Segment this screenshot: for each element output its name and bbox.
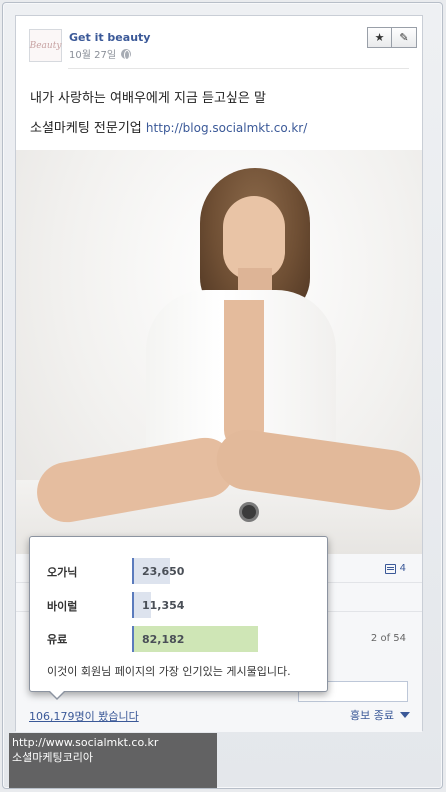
post-message-line2: 소셜마케팅 전문기업 http://blog.socialmkt.co.kr/ [30, 117, 307, 136]
watermark-name: 소셜마케팅코리아 [12, 751, 93, 764]
globe-icon [121, 48, 132, 60]
stat-value-paid: 82,182 [142, 633, 185, 646]
author-name[interactable]: Get it beauty [69, 31, 150, 44]
watermark-url: http://www.socialmkt.co.kr [12, 736, 159, 749]
header-divider [68, 68, 409, 69]
comment-count-value: 4 [399, 563, 406, 574]
star-icon: ★ [374, 31, 385, 44]
promote-dropdown[interactable]: 홍보 종료 [350, 707, 410, 723]
popup-tail [48, 690, 66, 700]
post-photo[interactable] [16, 150, 422, 554]
reach-stats-popup: 오가닉 23,650 바이럴 11,354 유료 82,182 이것이 회원님 … [29, 536, 328, 700]
avatar-logo: Beauty [29, 40, 62, 51]
pencil-icon: ✎ [399, 31, 409, 44]
stat-label-viral: 바이럴 [47, 600, 78, 613]
post-meta: 10월 27일 [69, 46, 132, 61]
watermark: http://www.socialmkt.co.kr 소셜마케팅코리아 [9, 733, 217, 788]
post-date[interactable]: 10월 27일 [69, 46, 116, 61]
comment-icon [384, 563, 396, 574]
post-link[interactable]: http://blog.socialmkt.co.kr/ [146, 121, 307, 135]
stat-value-viral: 11,354 [142, 599, 185, 612]
stat-label-organic: 오가닉 [47, 566, 78, 579]
chevron-down-icon [400, 712, 410, 718]
stat-value-organic: 23,650 [142, 565, 185, 578]
post-message-prefix: 소셜마케팅 전문기업 [30, 121, 142, 136]
page-avatar[interactable]: Beauty [29, 29, 62, 62]
photo-watch [239, 502, 259, 522]
photo-chest [224, 300, 264, 450]
post-header-buttons: ★ ✎ [367, 27, 417, 48]
stat-label-paid: 유료 [47, 633, 68, 646]
views-link[interactable]: 106,179명이 봤습니다 [29, 708, 139, 724]
comment-count[interactable]: 4 [384, 563, 406, 574]
promote-label: 홍보 종료 [350, 709, 394, 722]
post-message-line1: 내가 사랑하는 여배우에게 지금 듣고싶은 말 [30, 91, 266, 106]
star-button[interactable]: ★ [367, 27, 392, 48]
edit-button[interactable]: ✎ [392, 27, 417, 48]
popup-note: 이것이 회원님 페이지의 가장 인기있는 게시물입니다. [47, 665, 291, 678]
comments-pager: 2 of 54 [370, 633, 406, 644]
